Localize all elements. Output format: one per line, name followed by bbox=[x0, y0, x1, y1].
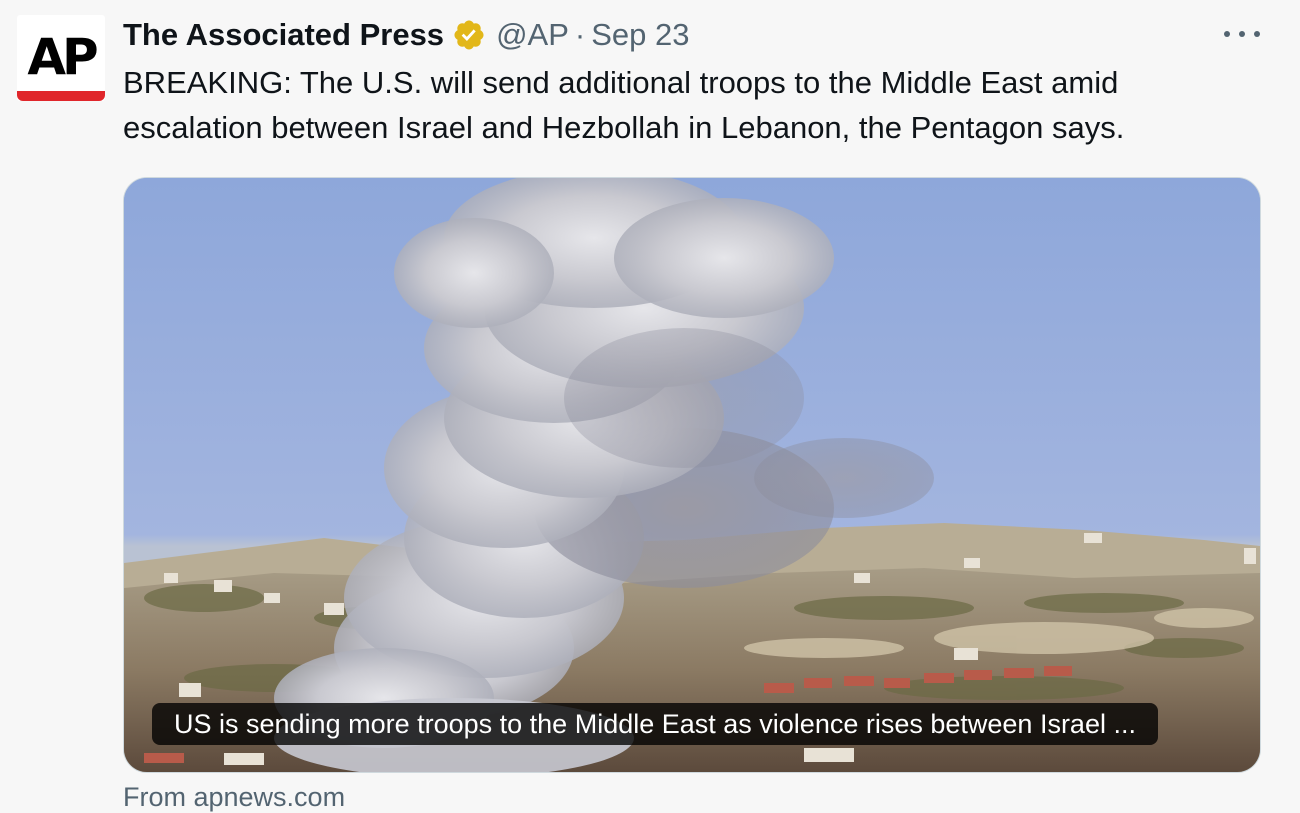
smoke-plume-photo bbox=[124, 178, 1260, 772]
author-display-name[interactable]: The Associated Press bbox=[123, 17, 444, 53]
separator-dot: · bbox=[574, 17, 586, 52]
ap-logo-red-bar bbox=[17, 91, 105, 101]
tweet[interactable]: AP The Associated Press @AP · Sep 23 BRE… bbox=[0, 0, 1300, 812]
link-source[interactable]: From apnews.com bbox=[123, 782, 345, 813]
dot-icon bbox=[1239, 31, 1245, 37]
link-card[interactable]: US is sending more troops to the Middle … bbox=[123, 177, 1261, 773]
verified-badge-icon[interactable] bbox=[452, 18, 486, 52]
author-avatar[interactable]: AP bbox=[17, 15, 105, 101]
dot-icon bbox=[1254, 31, 1260, 37]
ap-logo-text: AP bbox=[27, 28, 98, 86]
more-options-icon[interactable] bbox=[1224, 22, 1260, 46]
tweet-date[interactable]: Sep 23 bbox=[591, 17, 689, 53]
dot-icon bbox=[1224, 31, 1230, 37]
tweet-text: BREAKING: The U.S. will send additional … bbox=[123, 65, 1125, 145]
tweet-header: The Associated Press @AP · Sep 23 bbox=[123, 14, 689, 56]
link-card-title[interactable]: US is sending more troops to the Middle … bbox=[152, 703, 1158, 745]
author-handle[interactable]: @AP bbox=[496, 17, 569, 53]
